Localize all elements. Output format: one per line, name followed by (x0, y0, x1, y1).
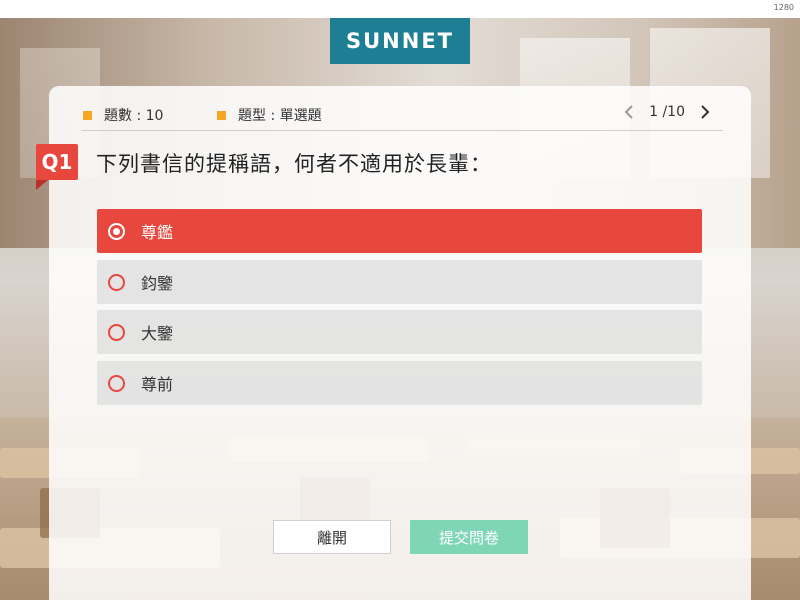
orange-square-icon (217, 110, 226, 120)
question-text: 下列書信的提稱語，何者不適用於長輩： (96, 152, 492, 176)
logo-text: SUNNET (346, 29, 454, 53)
pager: 1 /10 (619, 102, 715, 122)
question-type: 題型 : 單選題 (217, 105, 322, 125)
leave-button[interactable]: 離開 (273, 520, 391, 554)
option-label: 大鑒 (141, 324, 174, 343)
info-divider (81, 130, 723, 131)
corner-text: 1280 (773, 3, 794, 12)
page-indicator: 1 /10 (649, 104, 685, 120)
option-label: 尊前 (141, 375, 174, 394)
option-1[interactable]: 尊鑑 (97, 209, 702, 253)
radio-icon (108, 323, 125, 341)
logo: SUNNET (330, 18, 470, 64)
question-type-label: 題型 : 單選題 (238, 108, 322, 124)
chevron-left-icon (624, 105, 633, 119)
chevron-right-icon (701, 105, 710, 119)
question-number-badge: Q1 (36, 144, 78, 180)
option-label: 鈞鑒 (141, 274, 174, 293)
top-bar: 1280 (0, 0, 800, 18)
option-4[interactable]: 尊前 (97, 361, 702, 405)
prev-page-button[interactable] (619, 102, 639, 122)
next-page-button[interactable] (695, 102, 715, 122)
radio-selected-icon (108, 222, 125, 240)
question-count-label: 題數 : 10 (104, 108, 164, 124)
submit-button[interactable]: 提交問卷 (410, 520, 528, 554)
question-count: 題數 : 10 (83, 105, 163, 125)
option-3[interactable]: 大鑒 (97, 310, 702, 354)
option-label: 尊鑑 (141, 223, 174, 242)
info-row: 題數 : 10 題型 : 單選題 1 /10 (49, 86, 751, 130)
option-2[interactable]: 鈞鑒 (97, 260, 702, 304)
radio-icon (108, 273, 125, 291)
orange-square-icon (83, 110, 92, 120)
radio-icon (108, 374, 125, 392)
badge-tail (36, 180, 48, 190)
